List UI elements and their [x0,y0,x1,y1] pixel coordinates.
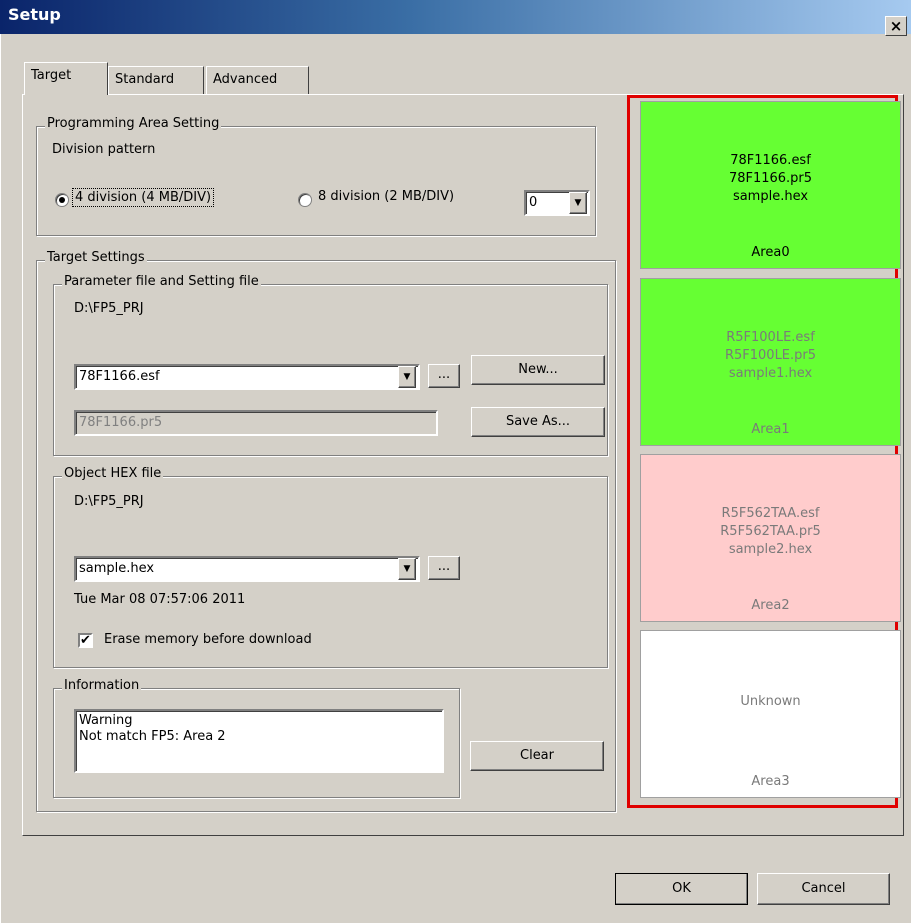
close-button[interactable]: × [885,16,907,36]
area-file-lines: R5F100LE.esf R5F100LE.pr5 sample1.hex [641,329,900,383]
radio-8-division-label[interactable]: 8 division (2 MB/DIV) [318,189,454,204]
area-file-lines: 78F1166.esf 78F1166.pr5 sample.hex [641,152,900,206]
hex-file-value: sample.hex [79,561,155,576]
erase-label[interactable]: Erase memory before download [104,632,312,647]
object-hex-legend: Object HEX file [62,466,164,481]
area-card[interactable]: 78F1166.esf 78F1166.pr5 sample.hex Area0 [640,101,901,269]
area-line: sample1.hex [728,366,813,381]
information-text[interactable]: Warning Not match FP5: Area 2 [74,709,444,773]
new-button[interactable]: New... [471,355,605,385]
tab-advanced[interactable]: Advanced [206,66,309,94]
tab-standard[interactable]: Standard [108,66,204,94]
radio-4-division-label[interactable]: 4 division (4 MB/DIV) [72,188,215,207]
area-line: Unknown [740,694,801,709]
window-title: Setup [8,5,61,24]
param-browse-button[interactable]: ... [428,364,460,388]
hex-browse-button[interactable]: ... [428,556,460,580]
area-line: sample2.hex [728,542,813,557]
hex-file-combo[interactable]: sample.hex ▼ [74,556,420,582]
area-line: 78F1166.esf [730,153,811,168]
cancel-button[interactable]: Cancel [757,873,890,905]
area-select-value: 0 [529,195,538,210]
target-settings-legend: Target Settings [45,250,147,265]
chevron-down-icon[interactable]: ▼ [569,192,587,214]
area-file-lines: R5F562TAA.esf R5F562TAA.pr5 sample2.hex [641,505,900,559]
hex-path: D:\FP5_PRJ [74,494,144,509]
tab-standard-label: Standard [115,72,175,87]
save-as-button[interactable]: Save As... [471,407,605,437]
parameter-path: D:\FP5_PRJ [74,301,144,316]
area-line: R5F562TAA.pr5 [720,524,821,539]
area-label: Area0 [751,245,790,260]
division-pattern-label: Division pattern [52,142,156,157]
chevron-down-icon[interactable]: ▼ [398,558,416,580]
chevron-down-icon[interactable]: ▼ [398,366,416,388]
radio-selected-icon [59,197,65,203]
area-line: 78F1166.pr5 [728,171,813,186]
area-card[interactable]: R5F562TAA.esf R5F562TAA.pr5 sample2.hex … [640,454,901,622]
setting-file-field: 78F1166.pr5 [74,410,438,436]
area-label: Area2 [751,598,790,613]
info-line-2: Not match FP5: Area 2 [79,729,226,744]
erase-checkbox[interactable]: ✔ [78,633,93,648]
area-status-panel: 78F1166.esf 78F1166.pr5 sample.hex Area0… [627,95,901,808]
close-icon: × [889,17,903,35]
area-line: R5F100LE.esf [726,330,815,345]
title-bar[interactable]: Setup × [0,0,911,36]
ok-button[interactable]: OK [615,873,748,905]
area-file-lines: Unknown [641,693,900,711]
parameter-file-legend: Parameter file and Setting file [62,274,261,289]
radio-8-division[interactable] [298,193,312,207]
area-card[interactable]: R5F100LE.esf R5F100LE.pr5 sample1.hex Ar… [640,278,901,446]
clear-button[interactable]: Clear [470,741,604,771]
area-select[interactable]: 0 ▼ [524,190,590,216]
tab-target-label: Target [31,68,72,83]
area-label: Area3 [751,774,790,789]
information-legend: Information [62,678,142,693]
checkmark-icon: ✔ [80,633,91,648]
info-line-1: Warning [79,713,133,728]
param-file-value: 78F1166.esf [79,369,160,384]
area-line: R5F100LE.pr5 [724,348,817,363]
programming-area-legend: Programming Area Setting [45,116,222,131]
area-card[interactable]: Unknown Area3 [640,630,901,798]
area-line: sample.hex [732,189,809,204]
tab-advanced-label: Advanced [213,72,278,87]
hex-timestamp: Tue Mar 08 07:57:06 2011 [74,592,246,607]
area-label: Area1 [751,422,790,437]
param-file-combo[interactable]: 78F1166.esf ▼ [74,364,420,390]
radio-4-division[interactable] [55,193,69,207]
setting-file-value: 78F1166.pr5 [79,415,163,430]
area-line: R5F562TAA.esf [721,506,820,521]
tab-target[interactable]: Target [24,62,108,95]
